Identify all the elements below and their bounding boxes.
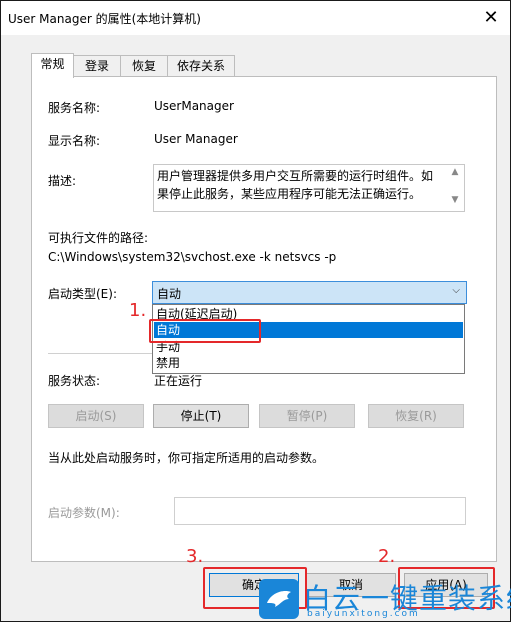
param-label: 启动参数(M): (48, 506, 120, 520)
description-box[interactable]: 用户管理器提供多用户交互所需要的运行时组件。如果停止此服务，某些应用程序可能无法… (153, 164, 465, 212)
bird-logo-icon (259, 579, 299, 619)
option-disabled[interactable]: 禁用 (154, 355, 463, 371)
annotation-1: 1. (129, 300, 147, 321)
stop-button[interactable]: 停止(T) (153, 404, 249, 428)
annotation-2: 2. (378, 546, 396, 567)
tab-recovery[interactable]: 恢复 (120, 55, 168, 77)
highlight-option-auto (149, 319, 261, 343)
pause-button[interactable]: 暂停(P) (259, 404, 355, 428)
start-button[interactable]: 启动(S) (48, 404, 144, 428)
resume-button[interactable]: 恢复(R) (368, 404, 464, 428)
status-label: 服务状态: (48, 374, 101, 388)
close-icon[interactable]: ✕ (480, 8, 502, 28)
window-title: User Manager 的属性(本地计算机) (8, 12, 201, 26)
display-name-label: 显示名称: (48, 134, 101, 148)
properties-window: User Manager 的属性(本地计算机) ✕ 常规 登录 恢复 依存关系 … (0, 0, 511, 622)
title-bar[interactable]: User Manager 的属性(本地计算机) ✕ (1, 1, 510, 35)
annotation-3: 3. (186, 546, 204, 567)
startup-type-value: 自动 (157, 287, 182, 301)
chevron-down-icon[interactable]: ⌵ (452, 285, 460, 296)
service-name-value: UserManager (154, 99, 234, 113)
tab-logon[interactable]: 登录 (73, 55, 121, 77)
description-text: 用户管理器提供多用户交互所需要的运行时组件。如果停止此服务，某些应用程序可能无法… (157, 169, 434, 201)
description-label: 描述: (48, 174, 77, 188)
path-label: 可执行文件的路径: (48, 231, 149, 245)
scroll-up-icon[interactable]: ▲ (448, 167, 462, 181)
hint-text: 当从此处启动服务时，你可指定所适用的启动参数。 (48, 451, 325, 465)
startup-type-label: 启动类型(E): (48, 287, 117, 301)
watermark: 白云一键重装系统 baiyunxitong.com (259, 579, 511, 621)
path-value: C:\Windows\system32\svchost.exe -k netsv… (48, 250, 337, 264)
status-value: 正在运行 (154, 374, 203, 388)
startup-type-select[interactable]: 自动 ⌵ (152, 281, 467, 304)
tab-dependencies[interactable]: 依存关系 (167, 55, 235, 77)
param-input[interactable] (174, 497, 466, 525)
service-name-label: 服务名称: (48, 101, 101, 115)
watermark-sub: baiyunxitong.com (307, 609, 420, 619)
scroll-down-icon[interactable]: ▼ (448, 195, 462, 209)
tab-general[interactable]: 常规 (31, 53, 74, 78)
display-name-value: User Manager (154, 132, 238, 146)
